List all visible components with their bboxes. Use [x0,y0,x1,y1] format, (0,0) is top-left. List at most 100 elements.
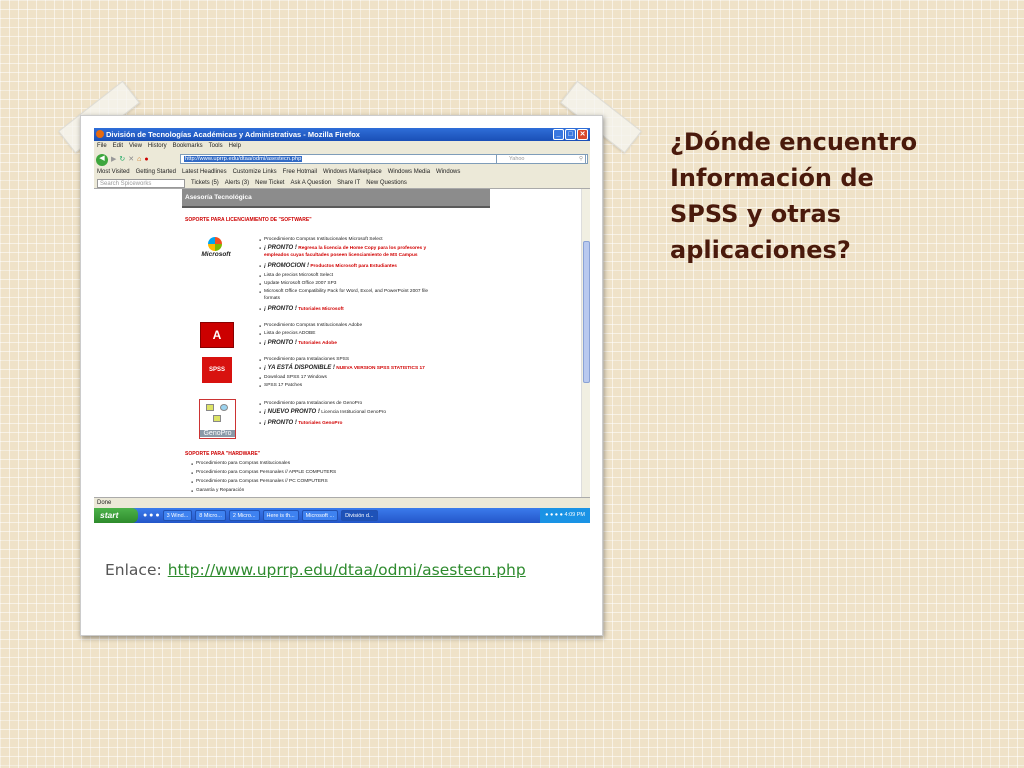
spss-item-download[interactable]: Download SPSS 17 Windows [259,375,327,380]
minimize-button[interactable]: _ [553,129,564,140]
status-bar: Done [94,497,590,508]
hw-item-pc[interactable]: Procedimiento para Compras Personales //… [191,479,328,484]
bookmark-customize-links[interactable]: Customize Links [233,167,277,178]
adobe-item-precios[interactable]: Lista de precios ADOBE [259,331,316,336]
stop-icon[interactable]: ✕ [128,155,134,164]
web-search-input[interactable]: Yahoo ⚲ [496,154,586,164]
tutoriales-adobe-link[interactable]: Tutoriales Adobe [298,341,337,346]
spss-disponible: ¡ YA ESTÁ DISPONIBLE ! NUEVA VERSION SPS… [259,365,425,371]
tray-icons[interactable]: ● ● ● ● [545,512,563,518]
ms-item-compat[interactable]: Microsoft Office Compatibility Pack for … [259,289,428,294]
bookmark-windows-marketplace[interactable]: Windows Marketplace [323,167,382,178]
clock: 4:09 PM [564,512,585,518]
vertical-scrollbar[interactable] [581,189,590,497]
taskbar-division[interactable]: División d... [341,510,378,521]
menu-file[interactable]: File [97,141,107,152]
title-line-2: Información de [670,164,874,192]
new-ticket-button[interactable]: New Ticket [255,178,284,188]
menu-history[interactable]: History [148,141,167,152]
windows-taskbar: start ● ● ● 3 Wind... 8 Micro... 2 Micro… [94,508,590,523]
menu-bookmarks[interactable]: Bookmarks [173,141,203,152]
adobe-tutoriales: ¡ PRONTO ! Tutoriales Adobe [259,340,337,346]
home-copy-link-2[interactable]: empleados cuyas facultades poseen licenc… [264,253,418,258]
spss-item-patches[interactable]: SPSS 17 Patches [259,383,302,388]
taskbar-word-group[interactable]: 8 Micro... [195,510,226,521]
genopro-licencia-text: Licencia Institucional GenoPro [321,410,387,415]
spiceworks-search-input[interactable]: Search Spiceworks [97,179,185,188]
nuevo-pronto-label: ¡ NUEVO PRONTO ! [264,409,320,415]
share-it-button[interactable]: Share IT [337,178,360,188]
home-icon[interactable]: ⌂ [137,155,141,164]
menu-edit[interactable]: Edit [113,141,123,152]
ask-question-button[interactable]: Ask A Question [290,178,331,188]
ms-item-compat-2[interactable]: formats [264,296,280,301]
ms-tutoriales: ¡ PRONTO ! Tutoriales Microsoft [259,306,344,312]
menu-bar: File Edit View History Bookmarks Tools H… [94,141,590,152]
tutoriales-ms-link[interactable]: Tutoriales Microsoft [298,307,344,312]
productos-ms-link[interactable]: Productos Microsoft para Estudiantes [310,264,397,269]
ms-tut-label: ¡ PRONTO ! [264,306,297,312]
home-copy-link[interactable]: Regresa la licencia de Home Copy para lo… [298,246,426,251]
spiceworks-toolbar: Search Spiceworks Tickets (5) Alerts (3)… [94,178,590,189]
caption-link[interactable]: http://www.uprrp.edu/dtaa/odmi/asestecn.… [168,561,526,579]
reload-icon[interactable]: ↻ [119,155,125,164]
spss-logo: SPSS [202,357,232,383]
genopro-item-instalaciones[interactable]: Procedimiento para Instalaciones de Geno… [259,401,362,406]
link-caption: Enlace: http://www.uprrp.edu/dtaa/odmi/as… [105,561,526,579]
title-line-4: aplicaciones? [670,236,851,264]
forward-icon[interactable]: ▶ [111,155,116,164]
quick-launch-icons[interactable]: ● ● ● [143,512,160,519]
tickets-button[interactable]: Tickets (5) [191,178,219,188]
bookmark-latest-headlines[interactable]: Latest Headlines [182,167,227,178]
hw-item-garantia[interactable]: Garantía y Reparación [191,488,244,493]
bookmark-windows[interactable]: Windows [436,167,460,178]
ms-item-compras[interactable]: Procedimiento Compras Institucionales Mi… [259,237,383,242]
bookmark-getting-started[interactable]: Getting Started [136,167,176,178]
taskbar-windows-group[interactable]: 3 Wind... [162,510,193,521]
menu-view[interactable]: View [129,141,142,152]
firefox-icon [96,130,104,138]
close-button[interactable]: ✕ [577,129,588,140]
ms-item-update[interactable]: Update Microsoft Office 2007 SP3 [259,281,336,286]
hw-item-apple[interactable]: Procedimiento para Compras Personales //… [191,470,336,475]
caption-label: Enlace: [105,561,162,579]
hw-item-institucionales[interactable]: Procedimiento para Compras Institucional… [191,461,290,466]
magnifier-icon[interactable]: ⚲ [579,155,583,164]
menu-help[interactable]: Help [229,141,241,152]
system-tray: ● ● ● ● 4:09 PM [540,508,590,523]
bookmark-free-hotmail[interactable]: Free Hotmail [283,167,317,178]
spss-item-instalaciones[interactable]: Procedimiento para Instalaciones SPSS [259,357,349,362]
microsoft-logo: Microsoft [196,237,236,265]
bookmark-most-visited[interactable]: Most Visited [97,167,130,178]
genopro-nuevo: ¡ NUEVO PRONTO ! Licencia Institucional … [259,409,387,415]
new-questions-button[interactable]: New Questions [366,178,407,188]
adobe-logo: A [200,322,234,348]
genopro-tree-icon [206,404,230,424]
ms-promocion: ¡ PROMOCION ! Productos Microsoft para E… [259,263,397,269]
promocion-label: ¡ PROMOCION ! [264,263,309,269]
start-button[interactable]: start [94,508,138,523]
adobe-item-compras[interactable]: Procedimiento Compras Institucionales Ad… [259,323,362,328]
menu-tools[interactable]: Tools [209,141,223,152]
back-icon[interactable]: ◀ [96,153,108,166]
web-search-placeholder: Yahoo [509,156,525,162]
taskbar-here-is[interactable]: Here is th... [262,510,299,521]
adobe-tut-label: ¡ PRONTO ! [264,340,297,346]
ms-item-precios[interactable]: Lista de precios Microsoft Select [259,273,333,278]
page-header: Asesoría Tecnológica [182,189,490,208]
taskbar-microsoft[interactable]: Microsoft ... [301,510,339,521]
tutoriales-genopro-link[interactable]: Tutoriales GenoPro [298,421,342,426]
scrollbar-thumb[interactable] [583,241,590,383]
screenshot-frame: División de Tecnologías Académicas y Adm… [80,115,603,636]
ya-disponible-label: ¡ YA ESTÁ DISPONIBLE ! [264,365,335,371]
genopro-tutoriales: ¡ PRONTO ! Tutoriales GenoPro [259,420,342,426]
window-title: División de Tecnologías Académicas y Adm… [106,130,360,139]
taskbar-office-group[interactable]: 2 Micro... [228,510,260,521]
bookmark-windows-media[interactable]: Windows Media [388,167,430,178]
genopro-logo-text: GenoPro [200,430,235,437]
alerts-button[interactable]: Alerts (3) [225,178,249,188]
software-heading: SOPORTE PARA LICENCIAMIENTO DE "SOFTWARE… [185,217,312,223]
maximize-button[interactable]: □ [565,129,576,140]
spss-17-link[interactable]: NUEVA VERSION SPSS STATISTICS 17 [336,366,425,371]
browser-screenshot: División de Tecnologías Académicas y Adm… [94,128,590,523]
